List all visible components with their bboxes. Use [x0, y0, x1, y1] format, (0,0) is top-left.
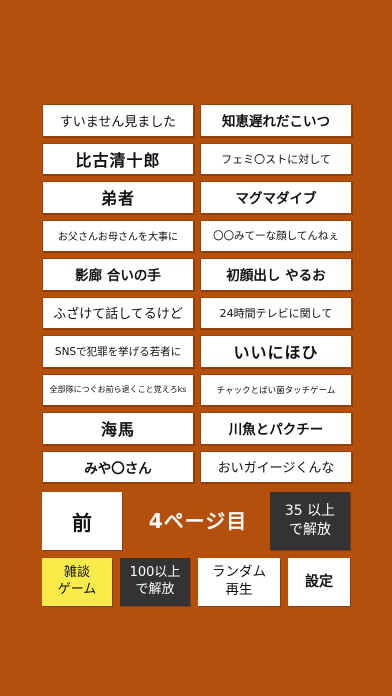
sound-button[interactable]: 知恵遅れだこいつ — [200, 104, 352, 137]
random-line1: ランダム — [212, 564, 266, 581]
sound-button[interactable]: 〇〇みてーな顔してんねぇ — [200, 219, 352, 252]
next-page-locked-button[interactable]: 35 以上 で解放 — [270, 492, 350, 550]
sound-button[interactable]: SNSで犯罪を挙げる若者に — [42, 335, 194, 368]
sound-button[interactable]: お父さんお母さんを大事に — [42, 219, 194, 252]
sound-button[interactable]: フェミ〇ストに対して — [200, 142, 352, 175]
settings-button[interactable]: 設定 — [288, 558, 350, 606]
sound-button[interactable]: いいにほひ — [200, 335, 352, 368]
sound-button[interactable]: 影廊 合いの手 — [42, 258, 194, 291]
sound-button[interactable]: みや〇さん — [42, 450, 194, 483]
sound-button[interactable]: チャックとばい菌タッチゲーム — [200, 373, 352, 406]
sound-button[interactable]: マグマダイブ — [200, 181, 352, 214]
lock100-line2: で解放 — [135, 582, 175, 597]
page-indicator: 4ページ目 — [148, 509, 248, 533]
lock35-line1: 35 以上 — [284, 503, 336, 520]
sound-button[interactable]: 川魚とパクチー — [200, 412, 352, 445]
random-line2: 再生 — [225, 582, 253, 598]
lock35-line2: で解放 — [289, 522, 331, 538]
sound-button[interactable]: 24時間テレビに関して — [200, 296, 352, 329]
sound-button[interactable]: 弟者 — [42, 181, 194, 214]
sound-button[interactable]: すいません見ました — [42, 104, 194, 137]
sound-button[interactable]: おいガイージくんな — [200, 450, 352, 483]
random-play-button[interactable]: ランダム 再生 — [198, 558, 280, 606]
sound-button[interactable]: 比古清十郎 — [42, 142, 194, 175]
chat-line2: ゲーム — [57, 582, 97, 597]
sound-button[interactable]: 初顔出し やるお — [200, 258, 352, 291]
lock100-button[interactable]: 100以上 で解放 — [120, 558, 190, 606]
sound-button[interactable]: 全部隊につぐお前ら退くこと覚えろks — [42, 373, 194, 406]
chat-game-button[interactable]: 雑談 ゲーム — [42, 558, 112, 606]
lock100-line1: 100以上 — [129, 565, 181, 581]
sound-button-grid: すいません見ました 知恵遅れだこいつ 比古清十郎 フェミ〇ストに対して 弟者 マ… — [42, 104, 352, 483]
chat-line1: 雑談 — [63, 565, 90, 581]
prev-page-button[interactable]: 前 — [42, 492, 122, 550]
sound-button[interactable]: 海馬 — [42, 412, 194, 445]
sound-button[interactable]: ふざけて話してるけど — [42, 296, 194, 329]
